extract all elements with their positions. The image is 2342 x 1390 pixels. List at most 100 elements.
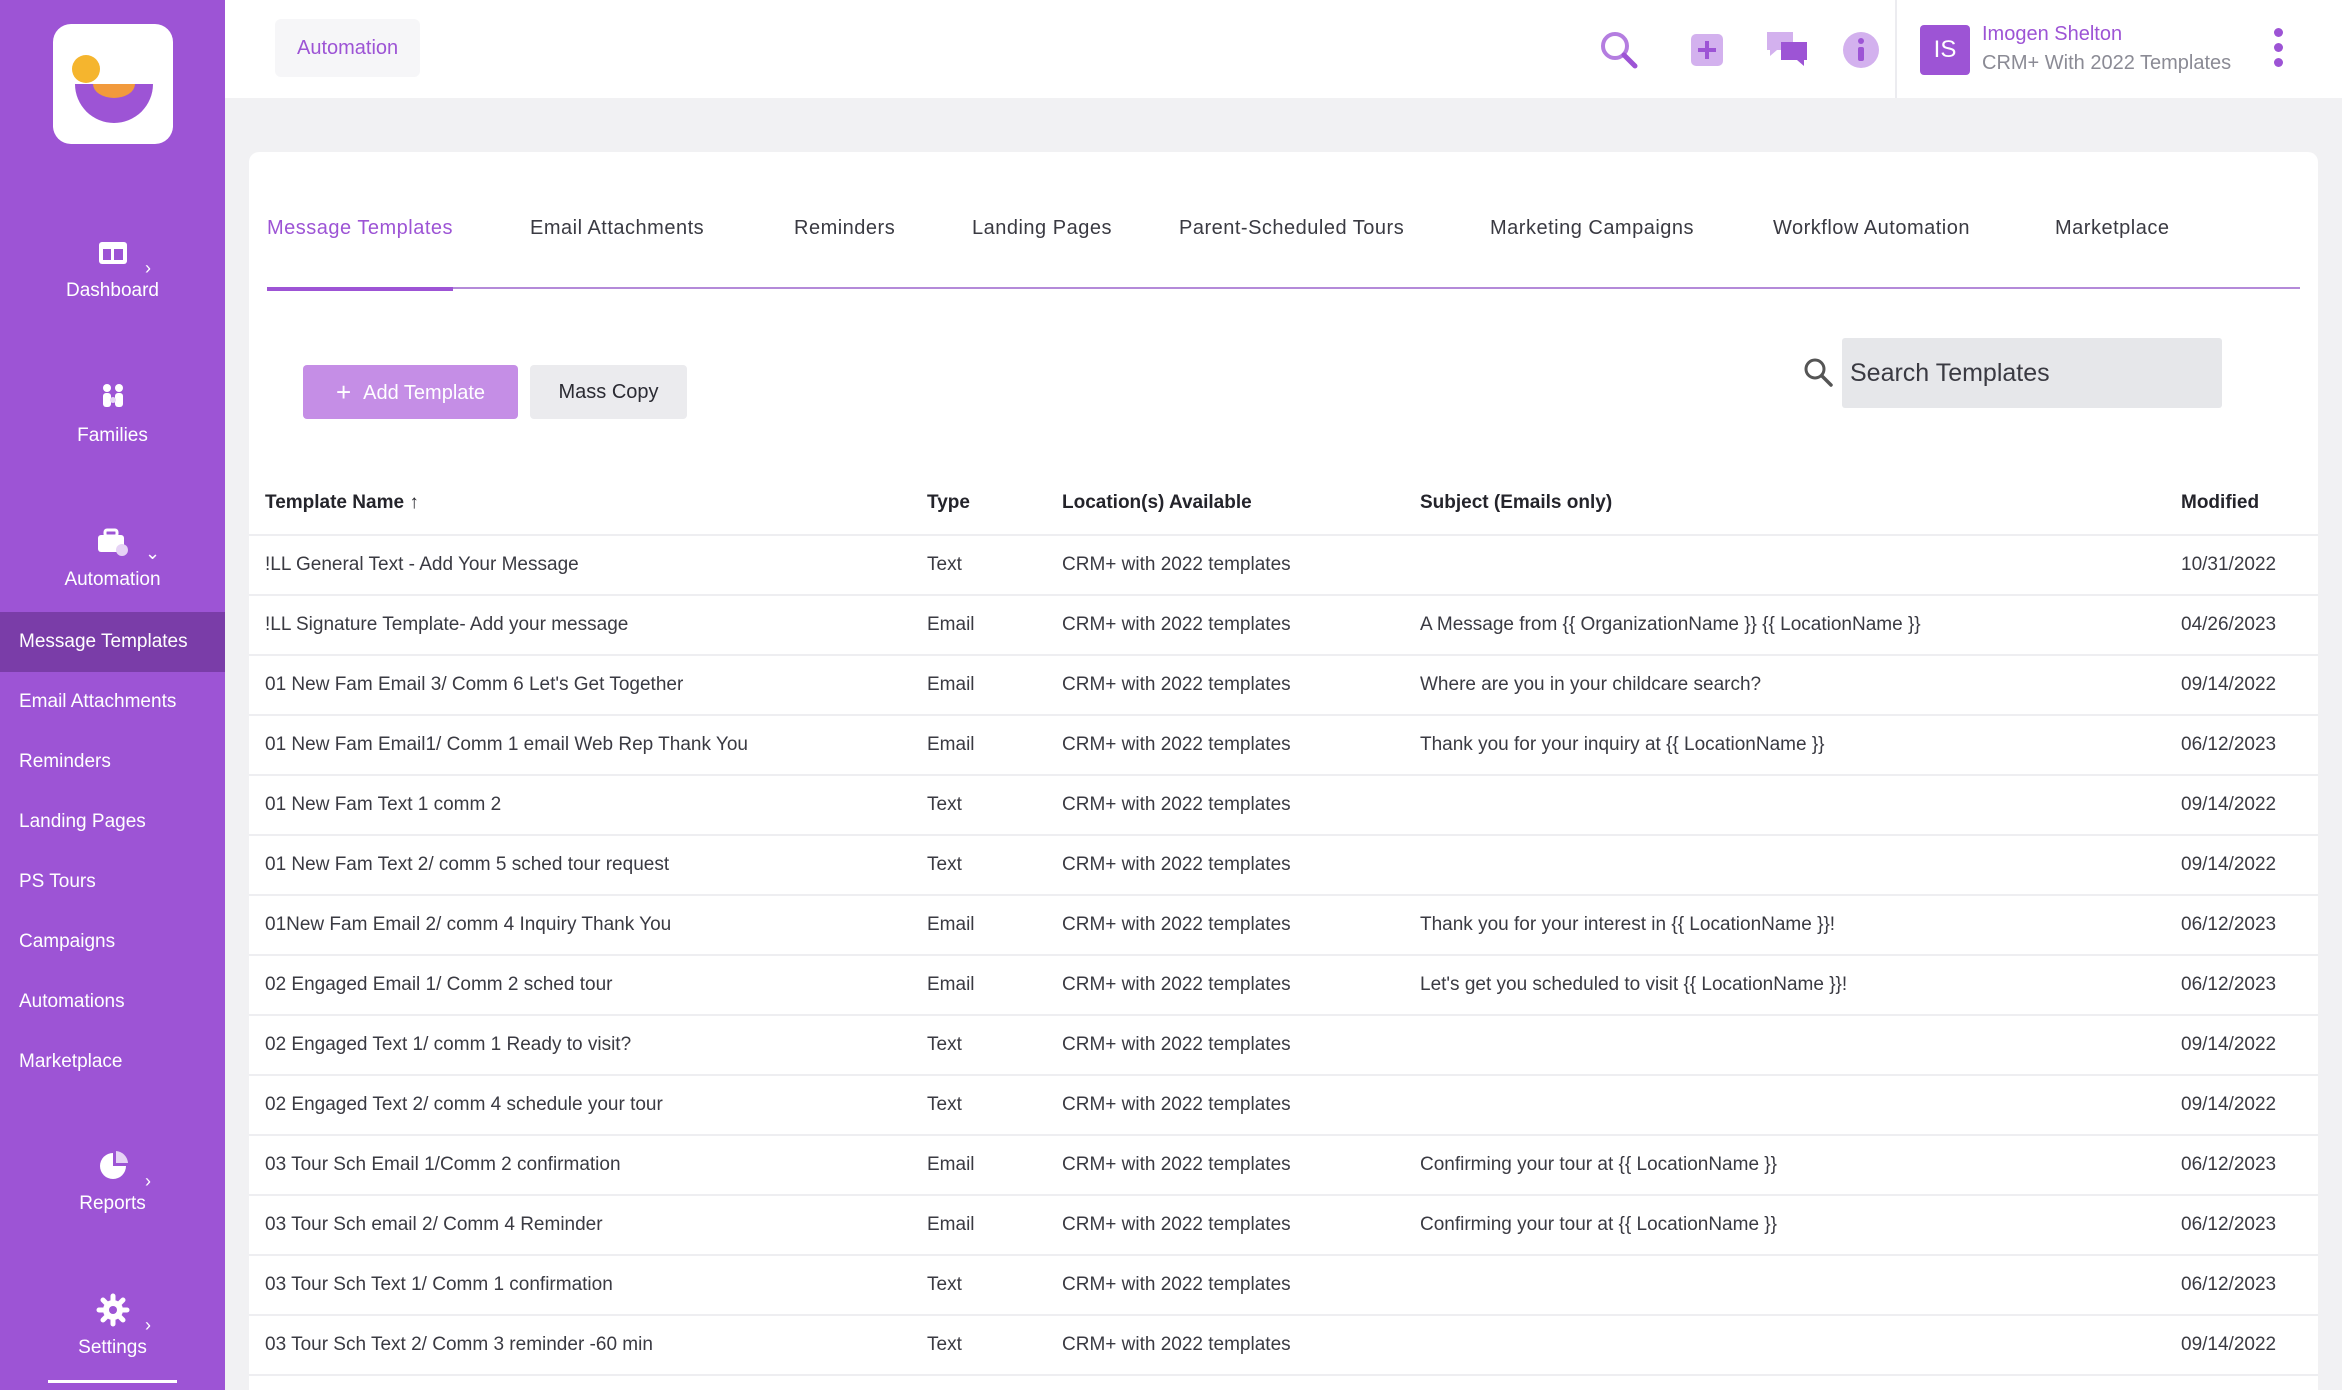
template-name-cell: 01 New Fam Email1/ Comm 1 email Web Rep … <box>265 734 748 755</box>
mass-copy-button[interactable]: Mass Copy <box>530 365 687 419</box>
location-cell: CRM+ with 2022 templates <box>1062 854 1291 875</box>
sidebar-item-marketplace[interactable]: Marketplace <box>0 1032 225 1092</box>
nav-dashboard[interactable]: › Dashboard <box>0 222 225 332</box>
chat-icon[interactable] <box>1765 28 1809 72</box>
table-row[interactable]: 03 Tour Sch Email 1/Comm 2 confirmation E… <box>249 1136 2318 1196</box>
nav-families[interactable]: Families <box>0 367 225 477</box>
families-icon <box>103 384 123 407</box>
modified-cell: 06/12/2023 <box>2181 974 2277 995</box>
avatar[interactable]: IS <box>1920 25 1970 75</box>
subject-cell: Confirming your tour at {{ LocationName … <box>1420 1214 1777 1235</box>
template-name-cell: 02 Engaged Text 2/ comm 4 schedule your … <box>265 1094 663 1115</box>
tab-email-attachments[interactable]: Email Attachments <box>530 217 704 297</box>
tab-reminders[interactable]: Reminders <box>794 217 895 297</box>
tab-marketplace[interactable]: Marketplace <box>2055 217 2169 297</box>
search-icon[interactable] <box>1597 28 1641 72</box>
type-cell: Text <box>927 1274 962 1295</box>
type-cell: Email <box>927 674 975 695</box>
user-name[interactable]: Imogen Shelton <box>1982 23 2122 46</box>
template-name-cell: !LL Signature Template- Add your message <box>265 614 629 635</box>
automation-icon <box>98 528 128 556</box>
nav-reports[interactable]: › Reports <box>0 1135 225 1245</box>
tab-landing-pages[interactable]: Landing Pages <box>972 217 1112 297</box>
type-cell: Text <box>927 794 962 815</box>
modified-cell: 06/12/2023 <box>2181 914 2277 935</box>
location-cell: CRM+ with 2022 templates <box>1062 1334 1291 1355</box>
sidebar-item-reminders[interactable]: Reminders <box>0 732 225 792</box>
breadcrumb[interactable]: Automation <box>275 19 421 77</box>
table-row[interactable]: 03 Tour Sch Text 2/ Comm 3 reminder -60 … <box>249 1316 2318 1376</box>
add-template-button[interactable]: + Add Template <box>303 365 518 419</box>
table-row[interactable]: 01 New Fam Email 3/ Comm 6 Let's Get Tog… <box>249 656 2318 716</box>
sidebar-item-email-attachments[interactable]: Email Attachments <box>0 672 225 732</box>
modified-cell: 06/12/2023 <box>2181 1214 2277 1235</box>
tab-parent-scheduled-tours[interactable]: Parent-Scheduled Tours <box>1179 217 1404 297</box>
location-cell: CRM+ with 2022 templates <box>1062 734 1291 755</box>
chevron-down-icon: ⌄ <box>145 543 161 563</box>
tab-message-templates[interactable]: Message Templates <box>267 217 453 291</box>
table-row[interactable]: 03 Tour Sch email 2/ Comm 4 Reminder Emai… <box>249 1196 2318 1256</box>
logo-mark-icon <box>72 55 153 123</box>
col-modified[interactable]: Modified <box>2181 492 2259 514</box>
location-cell: CRM+ with 2022 templates <box>1062 614 1291 635</box>
subject-cell: Where are you in your childcare search? <box>1420 674 1762 695</box>
type-cell: Text <box>927 554 962 575</box>
topbar-divider <box>1895 0 1897 98</box>
chevron-right-icon: › <box>145 258 151 278</box>
location-cell: CRM+ with 2022 templates <box>1062 1154 1291 1175</box>
table-row[interactable]: 01 New Fam Email1/ Comm 1 email Web Rep … <box>249 716 2318 776</box>
location-cell: CRM+ with 2022 templates <box>1062 1214 1291 1235</box>
modified-cell: 09/14/2022 <box>2181 854 2277 875</box>
modified-cell: 06/12/2023 <box>2181 1154 2277 1175</box>
table-row[interactable]: 01New Fam Email 2/ comm 4 Inquiry Thank … <box>249 896 2318 956</box>
type-cell: Email <box>927 974 975 995</box>
template-name-cell: 03 Tour Sch Email 1/Comm 2 confirmation <box>265 1154 621 1175</box>
col-locations[interactable]: Location(s) Available <box>1062 492 1252 514</box>
table-row[interactable]: 02 Engaged Text 1/ comm 1 Ready to visit… <box>249 1016 2318 1076</box>
sort-up-icon: ↑ <box>409 492 419 513</box>
info-icon[interactable] <box>1839 28 1883 72</box>
kebab-menu-icon[interactable] <box>2271 28 2285 70</box>
table-row[interactable]: 01 New Fam Text 2/ comm 5 sched tour req… <box>249 836 2318 896</box>
tab-workflow-automation[interactable]: Workflow Automation <box>1773 217 1970 297</box>
location-cell: CRM+ with 2022 templates <box>1062 974 1291 995</box>
sidebar-item-ps-tours[interactable]: PS Tours <box>0 852 225 912</box>
location-cell: CRM+ with 2022 templates <box>1062 914 1291 935</box>
chevron-right-icon: › <box>145 1171 151 1191</box>
col-subject[interactable]: Subject (Emails only) <box>1420 492 1612 514</box>
modified-cell: 09/14/2022 <box>2181 1334 2277 1355</box>
app-logo[interactable] <box>53 24 173 144</box>
nav-automation[interactable]: ⌄ Automation <box>0 511 225 621</box>
sidebar-item-automations[interactable]: Automations <box>0 972 225 1032</box>
subject-cell: Thank you for your inquiry at {{ Locatio… <box>1420 734 1825 755</box>
dashboard-icon <box>99 242 127 264</box>
sidebar: › Dashboard Families ⌄ Automation Messag… <box>0 0 225 1390</box>
sidebar-item-campaigns[interactable]: Campaigns <box>0 912 225 972</box>
type-cell: Text <box>927 1094 962 1115</box>
nav-settings[interactable]: › Settings <box>0 1279 225 1389</box>
table-row[interactable]: 01 New Fam Text 1 comm 2 Text CRM+ with 20… <box>249 776 2318 836</box>
user-organization: CRM+ With 2022 Templates <box>1982 52 2232 74</box>
table-row[interactable]: !LL Signature Template- Add your message… <box>249 596 2318 656</box>
add-icon[interactable] <box>1685 28 1729 72</box>
top-bar: Automation IS Imogen Shelton CRM+ With 2… <box>225 0 2342 98</box>
sidebar-item-message-templates[interactable]: Message Templates <box>0 612 225 672</box>
main-card: Message Templates Email Attachments Remi… <box>249 152 2318 1390</box>
table-header: Template Name ↑ Type Location(s) Availab… <box>249 472 2318 536</box>
add-template-label: Add Template <box>363 382 486 404</box>
table-row[interactable]: !LL General Text - Add Your Message Text C… <box>249 536 2318 596</box>
modified-cell: 10/31/2022 <box>2181 554 2277 575</box>
location-cell: CRM+ with 2022 templates <box>1062 1274 1291 1295</box>
col-template-name[interactable]: Template Name ↑ <box>265 492 419 514</box>
table-row[interactable]: 02 Engaged Text 2/ comm 4 schedule your … <box>249 1076 2318 1136</box>
modified-cell: 09/14/2022 <box>2181 1034 2277 1055</box>
table-row[interactable]: 02 Engaged Email 1/ Comm 2 sched tour Ema… <box>249 956 2318 1016</box>
sidebar-item-landing-pages[interactable]: Landing Pages <box>0 792 225 852</box>
col-type[interactable]: Type <box>927 492 970 514</box>
table-row[interactable]: 03 Tour Sch Text 1/ Comm 1 confirmation T… <box>249 1256 2318 1316</box>
tab-marketing-campaigns[interactable]: Marketing Campaigns <box>1490 217 1694 297</box>
type-cell: Email <box>927 1214 975 1235</box>
search-templates-input[interactable] <box>1842 338 2222 408</box>
modified-cell: 09/14/2022 <box>2181 674 2277 695</box>
table-body: !LL General Text - Add Your Message Text C… <box>249 536 2318 1376</box>
